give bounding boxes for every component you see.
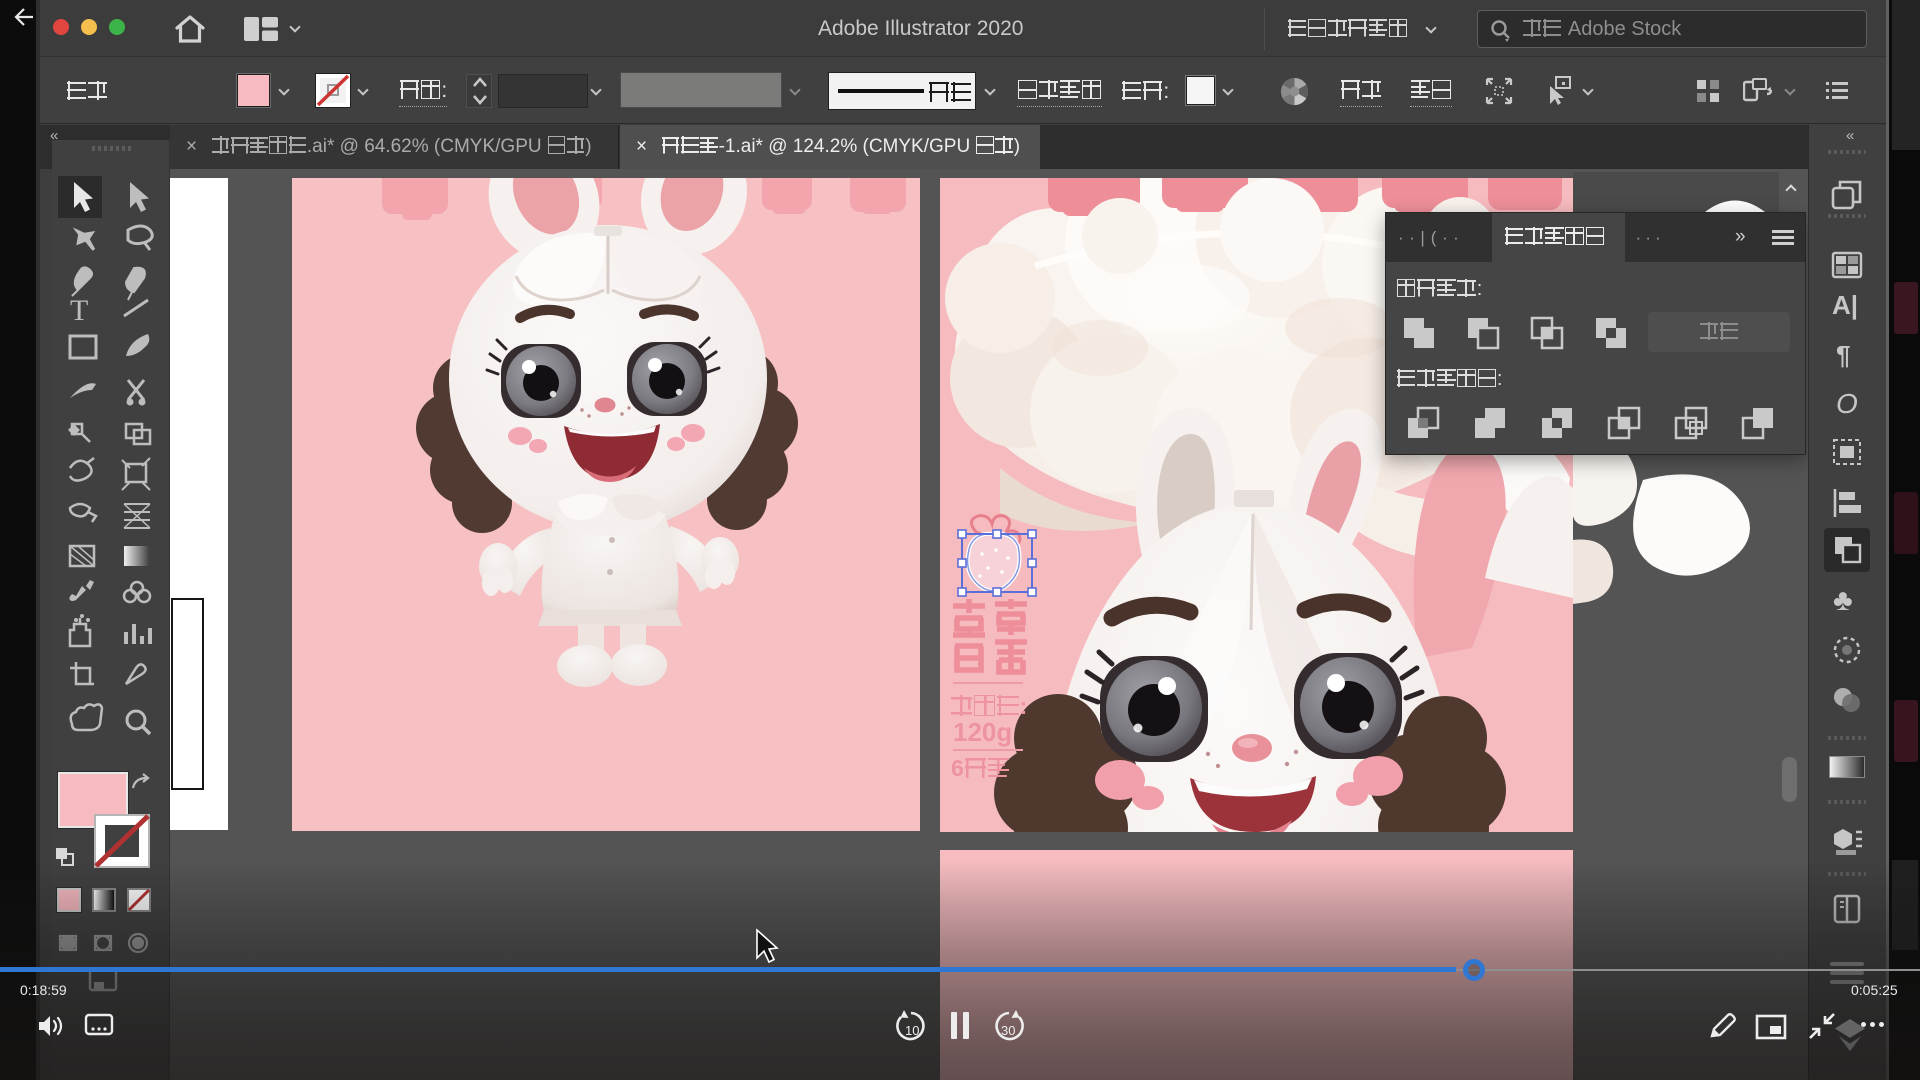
svg-text:T: T bbox=[70, 294, 88, 327]
svg-text:30: 30 bbox=[1001, 1023, 1015, 1038]
svg-text:10: 10 bbox=[905, 1023, 919, 1038]
